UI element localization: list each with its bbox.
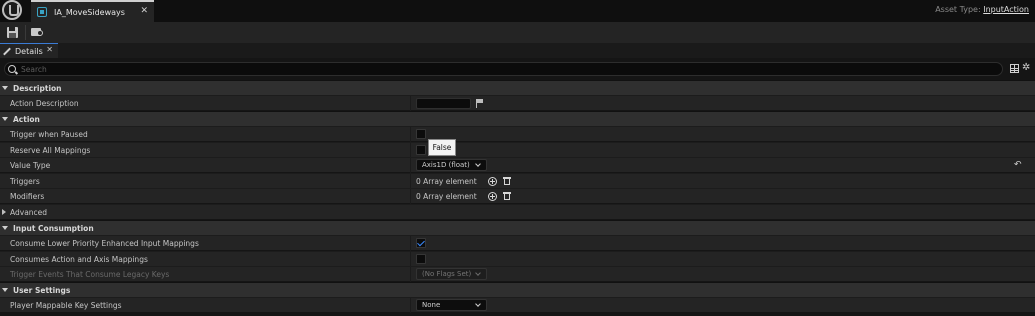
asset-toolbar [0, 22, 1035, 43]
localization-flag-icon[interactable] [476, 99, 484, 108]
property-row-advanced[interactable]: Advanced [0, 204, 1035, 219]
asset-tab-label: IA_MoveSideways [54, 7, 125, 17]
chevron-down-icon [475, 161, 481, 167]
property-label: Triggers [10, 177, 40, 186]
value-type-dropdown[interactable]: Axis1D (float) [416, 159, 487, 171]
property-label: Consumes Action and Axis Mappings [10, 255, 148, 264]
property-label: Consume Lower Priority Enhanced Input Ma… [10, 239, 199, 248]
property-label: Reserve All Mappings [10, 146, 91, 155]
gear-icon[interactable]: ✲ [1022, 63, 1032, 73]
reserve-all-mappings-checkbox[interactable] [416, 145, 426, 155]
caret-down-icon [2, 86, 8, 90]
section-label: Input Consumption [13, 223, 94, 233]
title-bar: IA_MoveSideways ✕ Asset Type: InputActio… [0, 0, 1035, 22]
column-divider[interactable] [410, 252, 411, 267]
property-label: Trigger Events That Consume Legacy Keys [10, 270, 170, 279]
input-action-asset-icon [37, 7, 47, 17]
close-tab-icon[interactable]: ✕ [140, 6, 148, 16]
section-label: Description [13, 83, 62, 93]
caret-right-icon[interactable] [2, 209, 6, 215]
panel-tab-bar: Details ✕ [0, 43, 1035, 58]
close-details-tab-icon[interactable]: ✕ [46, 45, 53, 54]
pencil-icon [3, 47, 12, 56]
trash-icon[interactable] [503, 192, 511, 201]
trigger-events-dropdown: (No Flags Set) [416, 268, 487, 280]
property-row-trigger-when-paused: Trigger when Paused [0, 126, 1035, 142]
triggers-count: 0 Array element [416, 177, 477, 186]
chevron-down-icon [475, 301, 481, 307]
search-input[interactable] [21, 63, 981, 75]
column-divider[interactable] [410, 127, 411, 142]
browse-to-asset-button[interactable] [28, 24, 48, 41]
trigger-when-paused-checkbox[interactable] [416, 129, 426, 139]
column-divider[interactable] [410, 189, 411, 204]
column-divider[interactable] [410, 298, 411, 313]
caret-down-icon [2, 226, 8, 230]
column-divider[interactable] [410, 267, 411, 282]
reset-to-default-icon[interactable]: ↶ [1014, 161, 1023, 170]
asset-editor-tab[interactable]: IA_MoveSideways ✕ [31, 0, 154, 22]
save-button[interactable] [4, 24, 24, 41]
consumes-action-axis-checkbox[interactable] [416, 254, 426, 264]
column-divider[interactable] [410, 96, 411, 111]
asset-type-indicator: Asset Type: InputAction [935, 5, 1029, 14]
details-tab[interactable]: Details ✕ [0, 43, 58, 58]
property-row-action-description: Action Description [0, 95, 1035, 111]
details-tab-label: Details [15, 46, 43, 56]
search-icon [8, 65, 16, 73]
property-row-consumes-action-axis: Consumes Action and Axis Mappings [0, 251, 1035, 267]
action-description-field[interactable] [416, 98, 471, 109]
property-matrix-icon[interactable] [1010, 64, 1019, 73]
chevron-down-icon [475, 270, 481, 276]
property-label: Modifiers [10, 192, 45, 201]
search-box [4, 62, 1003, 76]
add-element-icon[interactable] [488, 177, 497, 186]
trash-icon[interactable] [503, 177, 511, 186]
column-divider[interactable] [410, 174, 411, 189]
property-label: Trigger when Paused [10, 130, 88, 139]
asset-type-link[interactable]: InputAction [983, 5, 1029, 14]
caret-down-icon [2, 288, 8, 292]
section-action[interactable]: Action [0, 111, 1035, 126]
player-mappable-selected: None [422, 301, 441, 309]
property-row-value-type: Value Type Axis1D (float) ↶ [0, 157, 1035, 173]
section-input-consumption[interactable]: Input Consumption [0, 220, 1035, 235]
asset-type-label: Asset Type: [935, 5, 981, 14]
property-row-consume-lower-priority: Consume Lower Priority Enhanced Input Ma… [0, 235, 1035, 251]
column-divider[interactable] [410, 158, 411, 173]
toolbar-separator [25, 25, 26, 40]
property-row-player-mappable: Player Mappable Key Settings None [0, 297, 1035, 313]
unreal-logo-icon[interactable] [2, 0, 22, 20]
section-description[interactable]: Description [0, 80, 1035, 95]
player-mappable-dropdown[interactable]: None [416, 299, 487, 311]
property-label: Player Mappable Key Settings [10, 301, 122, 310]
browse-search-icon [37, 30, 43, 36]
caret-down-icon [2, 117, 8, 121]
property-label: Action Description [10, 99, 79, 108]
column-divider[interactable] [410, 143, 411, 158]
save-icon [7, 27, 18, 38]
property-row-trigger-events-legacy: Trigger Events That Consume Legacy Keys … [0, 266, 1035, 282]
property-row-triggers: Triggers 0 Array element [0, 173, 1035, 189]
value-type-selected: Axis1D (float) [422, 161, 470, 169]
property-row-reserve-all-mappings: Reserve All Mappings [0, 142, 1035, 158]
trigger-events-selected: (No Flags Set) [422, 270, 472, 278]
advanced-label: Advanced [10, 208, 48, 217]
details-search-row: ✲ [0, 58, 1035, 80]
column-divider[interactable] [410, 236, 411, 251]
add-element-icon[interactable] [488, 192, 497, 201]
property-label: Value Type [10, 161, 51, 170]
value-tooltip: False [428, 139, 456, 156]
modifiers-count: 0 Array element [416, 192, 477, 201]
section-label: Action [13, 114, 40, 124]
section-user-settings[interactable]: User Settings [0, 282, 1035, 297]
section-label: User Settings [13, 285, 71, 295]
property-row-modifiers: Modifiers 0 Array element [0, 188, 1035, 204]
consume-lower-priority-checkbox[interactable] [416, 238, 426, 248]
